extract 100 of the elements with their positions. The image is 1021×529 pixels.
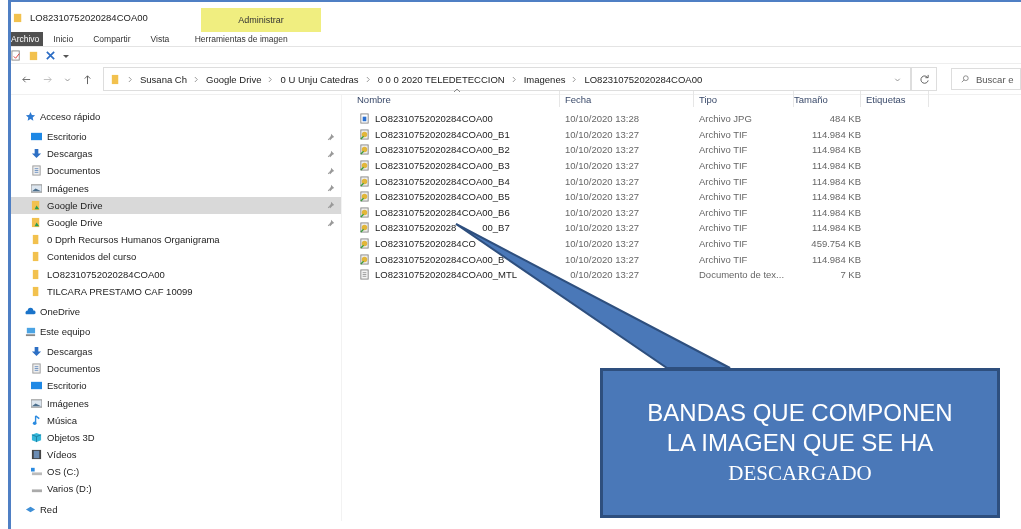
cube-icon (31, 431, 42, 443)
file-name[interactable]: LO82310752020284COA00_B3 (375, 160, 510, 172)
sidebar-item[interactable]: Imágenes (11, 394, 341, 412)
file-name[interactable]: LO82310752020284COA00_B1 (375, 128, 510, 140)
sidebar-item[interactable]: Descargas (11, 342, 341, 361)
search-field[interactable]: Buscar e (951, 68, 1021, 90)
sidebar-item[interactable]: Contenidos del curso (11, 248, 341, 266)
pin-icon[interactable] (327, 166, 335, 175)
context-tab-header: Administrar (201, 8, 321, 32)
sidebar-item[interactable]: 0 Dprh Recursos Humanos Organigrama (11, 231, 341, 249)
image-file-icon (359, 222, 370, 234)
file-name[interactable]: LO82310752020284CO (375, 238, 476, 250)
ribbon-tab[interactable]: Archivo (11, 32, 44, 46)
sidebar-item[interactable]: Documentos (11, 360, 341, 378)
sidebar-item[interactable]: Red (11, 500, 341, 518)
image-file-icon (359, 128, 370, 140)
table-cell-text: Archivo TIF (698, 238, 749, 250)
table-cell-text: 114.984 KB (811, 191, 861, 203)
image-file-icon (359, 238, 370, 250)
table-cell: 10/10/2020 13:27 (565, 128, 639, 140)
sidebar-item[interactable]: Google Drive (11, 196, 341, 214)
table-cell-text: 0/10/2020 13:27 (569, 269, 639, 281)
folder-icon (13, 11, 24, 23)
ribbon-tab[interactable]: Inicio (43, 32, 84, 46)
file-name[interactable]: LO8231075202028 00_B7 (375, 222, 510, 234)
sidebar-item[interactable]: TILCARA PRESTAMO CAF 10099 (11, 282, 341, 300)
table-cell-text: Archivo TIF (698, 160, 749, 172)
sidebar-item[interactable]: Este equipo (11, 322, 341, 340)
file-name[interactable]: LO82310752020284COA00_B4 (375, 175, 510, 187)
column-header[interactable]: Fecha (560, 91, 694, 107)
breadcrumb-item[interactable]: 0 U Unju Catedras (280, 73, 359, 85)
file-name[interactable]: LO82310752020284COA00_B6 (375, 206, 510, 218)
sidebar-item[interactable]: Documentos (11, 162, 341, 180)
breadcrumb-item[interactable]: Susana Ch (140, 73, 187, 85)
pin-icon[interactable] (327, 184, 335, 193)
folder-icon[interactable] (28, 49, 39, 61)
breadcrumb-item[interactable]: Google Drive (206, 73, 262, 85)
image-file-icon (359, 144, 370, 156)
sidebar-item[interactable]: Acceso rápido (11, 108, 341, 125)
column-header[interactable]: Tipo (694, 91, 794, 107)
breadcrumb-item[interactable]: Imagenes (523, 73, 566, 85)
file-name[interactable]: LO82310752020284COA00_B5 (375, 191, 510, 203)
image-file-icon (359, 175, 370, 187)
pin-icon[interactable] (327, 149, 335, 158)
sidebar-item[interactable]: Música (11, 411, 341, 429)
column-header[interactable]: Tamaño (794, 91, 861, 107)
table-cell-text: 459.754 KB (810, 238, 861, 250)
file-name[interactable]: LO82310752020284COA00_B2 (375, 144, 510, 156)
star-icon (25, 111, 36, 122)
separator-icon (194, 75, 199, 83)
table-cell-text: Archivo JPG (698, 113, 753, 125)
refresh-icon (918, 73, 930, 85)
sidebar-item[interactable]: OneDrive (11, 302, 341, 320)
pin-icon[interactable] (327, 201, 335, 210)
breadcrumb-item[interactable]: 0 0 0 2020 TELEDETECCION (377, 73, 505, 85)
sidebar-item[interactable]: LO82310752020284COA00 (11, 265, 341, 283)
table-cell-text: 114.984 KB (811, 206, 861, 218)
music-note-icon (31, 414, 42, 426)
pin-icon[interactable] (327, 132, 335, 141)
ribbon-tab[interactable]: Compartir (83, 32, 141, 46)
table-cell: 10/10/2020 13:27 (565, 191, 639, 203)
sidebar-item[interactable]: Descargas (11, 145, 341, 163)
column-header[interactable]: Nombre (357, 91, 560, 107)
close-icon[interactable] (45, 49, 56, 61)
file-name[interactable]: LO82310752020284COA00_B (375, 253, 505, 265)
drive-icon (31, 466, 42, 478)
table-cell-text: 114.984 KB (811, 128, 861, 140)
sidebar-item[interactable]: OS (C:) (11, 463, 341, 481)
refresh-button[interactable] (911, 67, 937, 91)
document-icon (31, 165, 42, 177)
file-name[interactable]: LO82310752020284COA00 (375, 113, 493, 125)
ribbon-tab[interactable]: Vista (140, 32, 180, 46)
sidebar-item[interactable]: Google Drive (11, 213, 341, 232)
folder-icon (31, 199, 42, 211)
sidebar-item[interactable]: Vídeos (11, 446, 341, 464)
image-file-icon (359, 113, 370, 125)
breadcrumb-item[interactable]: LO82310752020284COA00 (584, 73, 703, 85)
sidebar-item[interactable]: Varios (D:) (11, 480, 341, 498)
table-cell-text: 114.984 KB (811, 160, 861, 172)
up-icon[interactable] (82, 73, 93, 85)
sidebar-item[interactable]: Escritorio (11, 128, 341, 146)
table-cell-text: Archivo TIF (698, 253, 749, 265)
image-file-icon (359, 253, 370, 265)
file-name[interactable]: LO82310752020284COA00_MTL (375, 269, 518, 281)
folder-icon (31, 217, 42, 229)
separator-icon (365, 75, 371, 83)
table-cell-text: Archivo TIF (698, 222, 749, 234)
properties-icon[interactable] (11, 49, 22, 61)
separator-icon (268, 75, 274, 83)
sidebar-item[interactable]: Escritorio (11, 377, 341, 395)
column-header[interactable]: Etiquetas (861, 91, 929, 107)
pin-icon[interactable] (327, 218, 335, 227)
download-icon (31, 345, 42, 357)
film-icon (31, 449, 42, 461)
table-cell-text: 114.984 KB (811, 175, 861, 187)
address-bar[interactable]: Susana Ch Google Drive 0 U Unju Catedras 0 0 0 2020 TELEDETECCION Imagenes LO82310752020284COA00 (103, 67, 911, 91)
sidebar-item[interactable]: Objetos 3D (11, 428, 341, 446)
desktop-icon (31, 380, 42, 392)
callout-text: BANDAS QUE COMPONEN (647, 398, 953, 428)
sidebar-item[interactable]: Imágenes (11, 179, 341, 197)
